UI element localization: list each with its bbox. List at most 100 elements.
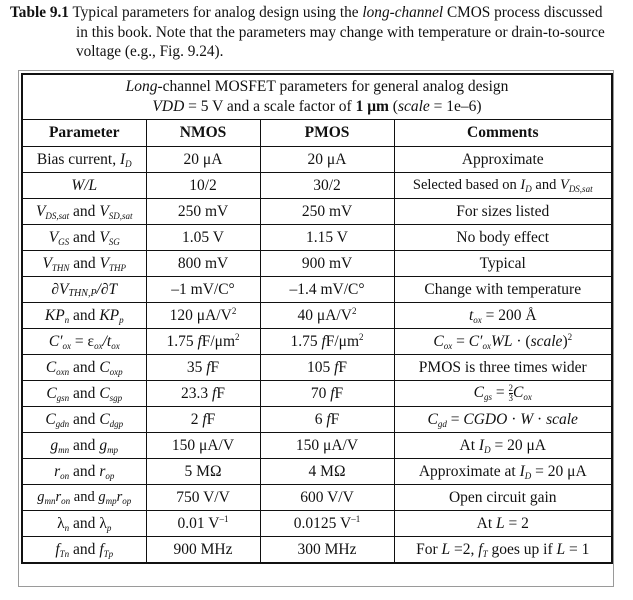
nmos-cell: 750 V/V xyxy=(145,484,261,511)
pmos-value: 1.75 xyxy=(290,333,322,350)
pmos-cell: –1.4 mV/C° xyxy=(259,276,395,303)
pmos-cell: 30/2 xyxy=(259,172,395,199)
param-sub: GS xyxy=(58,236,70,247)
param-symbol: V xyxy=(42,254,52,272)
param-symbol: C xyxy=(46,384,57,402)
comment-sub: DS,sat xyxy=(568,184,593,194)
table-row: λn and λp 0.01 V–1 0.0125 V–1 At L = 2 xyxy=(21,510,613,537)
table-row: Cgsn and Csgp 23.3 fF 70 fF Cgs = 2 3 Cox xyxy=(21,380,613,407)
caption-text: Typical parameters for analog design usi… xyxy=(68,4,363,21)
param-sub: op xyxy=(122,496,132,506)
comment-text: Approximate at xyxy=(418,462,520,480)
title-text: = 1e–6) xyxy=(429,98,482,115)
param-text: and xyxy=(69,228,100,246)
caption-italic: long-channel xyxy=(362,4,444,21)
caption-label: Table 9.1 xyxy=(10,4,69,21)
param-symbol: V xyxy=(99,228,109,246)
title-text: = 5 V and a scale factor of xyxy=(184,98,356,115)
table-row: KPn and KPp 120 μA/V2 40 μA/V2 tox = 200… xyxy=(21,302,613,329)
comment-symbol: L xyxy=(556,540,566,558)
table-row: fTn and fTp 900 MHz 300 MHz For L =2, fT… xyxy=(21,536,613,564)
table-row: ron and rop 5 MΩ 4 MΩ Approximate at ID … xyxy=(21,458,613,485)
comment-cell: Approximate xyxy=(393,146,613,173)
param-sub: on xyxy=(60,470,70,481)
superscript: 2 xyxy=(231,306,237,316)
param-symbol: V xyxy=(99,254,110,272)
nmos-cell: 1.75 fF/μm2 xyxy=(145,328,261,355)
nmos-value: 2 xyxy=(190,410,203,428)
param-sub: SD,sat xyxy=(108,210,133,221)
pmos-cell: 6 fF xyxy=(259,406,395,433)
param-symbol: C xyxy=(45,358,57,376)
unit: F xyxy=(338,358,348,376)
comment-symbol: scale xyxy=(530,333,563,350)
header-pmos: PMOS xyxy=(259,119,395,147)
param-sub: mp xyxy=(105,496,117,506)
table-row: VDS,sat and VSD,sat 250 mV 250 mV For si… xyxy=(21,198,613,225)
comment-text: · xyxy=(533,410,547,428)
title-text: ( xyxy=(388,98,398,115)
comment-symbol: C xyxy=(513,384,524,402)
param-cell: VDS,sat and VSD,sat xyxy=(21,198,147,225)
param-sub: Tp xyxy=(103,548,114,559)
param-sub: p xyxy=(106,522,112,533)
param-symbol: W/L xyxy=(71,176,98,194)
caption-line-3: voltage (e.g., Fig. 9.24). xyxy=(76,43,224,60)
param-sub: SG xyxy=(108,236,120,247)
param-text: ∂ xyxy=(51,280,60,298)
comment-symbol: CGDO xyxy=(463,410,508,428)
header-parameter: Parameter xyxy=(21,119,147,147)
comment-text: = xyxy=(446,410,464,428)
param-text: and xyxy=(69,540,100,558)
table-row: W/L 10/2 30/2 Selected based on ID and V… xyxy=(21,172,613,199)
comment-sub: gs xyxy=(483,392,492,403)
pmos-cell: 150 μA/V xyxy=(259,432,395,459)
unit: F xyxy=(330,410,340,428)
title-italic: Long xyxy=(125,78,158,95)
comment-text: = xyxy=(492,384,509,402)
param-sub: ox xyxy=(111,340,120,351)
comment-cell: Cox = C′oxWL · (scale)2 xyxy=(393,328,613,355)
comment-text: and xyxy=(531,177,560,193)
table-row: VTHN and VTHP 800 mV 900 mV Typical xyxy=(21,250,613,277)
nmos-cell: 2 fF xyxy=(145,406,261,433)
comment-symbol: C xyxy=(473,384,484,402)
comment-cell: Open circuit gain xyxy=(393,484,613,511)
unit: F/μm xyxy=(201,333,236,350)
comment-cell: Cgd = CGDO · W · scale xyxy=(393,406,613,433)
param-symbol: KP xyxy=(99,306,120,324)
param-symbol: g xyxy=(37,489,45,505)
param-cell: VGS and VSG xyxy=(21,224,147,251)
parameters-table: Long-channel MOSFET parameters for gener… xyxy=(21,73,613,564)
comment-text: = xyxy=(452,333,469,350)
param-symbol: V xyxy=(35,202,46,220)
comment-sub: ox xyxy=(473,314,482,325)
param-sub: mn xyxy=(58,444,70,455)
superscript: –1 xyxy=(219,514,229,524)
comment-text: goes up if xyxy=(487,540,557,558)
param-sub: on xyxy=(61,496,71,506)
header-comments: Comments xyxy=(393,119,613,147)
table-title: Long-channel MOSFET parameters for gener… xyxy=(21,73,613,120)
param-symbol: C xyxy=(45,410,56,428)
param-sub: gsn xyxy=(56,392,70,403)
pmos-cell: 105 fF xyxy=(259,354,395,381)
param-symbol: C xyxy=(99,384,110,402)
param-text: and xyxy=(70,489,99,505)
param-text: and xyxy=(69,514,100,532)
comment-cell: For sizes listed xyxy=(393,198,613,225)
param-sub: THN xyxy=(51,262,70,273)
param-sub: THN,P xyxy=(68,287,97,299)
param-cell: ron and rop xyxy=(21,458,147,485)
param-text: and xyxy=(69,254,100,272)
pmos-value: 0.0125 V xyxy=(293,515,352,532)
param-sub: ox xyxy=(94,340,103,351)
param-symbol: KP xyxy=(44,306,65,324)
table-row: Coxn and Coxp 35 fF 105 fF PMOS is three… xyxy=(21,354,613,381)
table-row: Bias current, ID 20 μA 20 μA Approximate xyxy=(21,146,613,173)
comment-cell: Typical xyxy=(393,250,613,277)
param-symbol: g xyxy=(50,436,59,454)
nmos-cell: 900 MHz xyxy=(145,536,261,564)
comment-text: = 20 μA xyxy=(490,436,546,454)
comment-cell: PMOS is three times wider xyxy=(393,354,613,381)
